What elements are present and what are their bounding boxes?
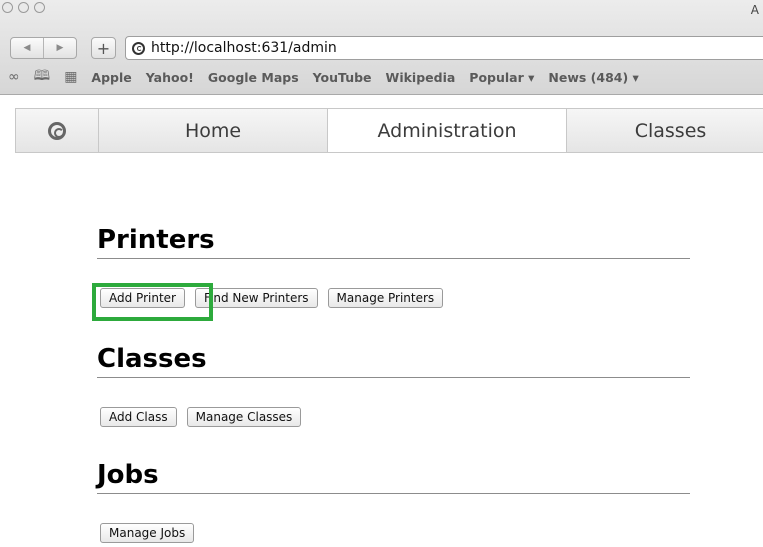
tab-administration[interactable]: Administration [328, 109, 567, 152]
manage-classes-button[interactable]: Manage Classes [186, 407, 302, 427]
new-tab-button[interactable]: + [91, 37, 116, 59]
printers-heading: Printers [97, 225, 690, 259]
reading-list-icon[interactable]: ∞ [8, 69, 20, 85]
bookmark-news[interactable]: News (484) ▾ [548, 70, 638, 85]
tab-classes[interactable]: Classes [567, 109, 763, 152]
tab-home[interactable]: Home [99, 109, 328, 152]
cups-logo[interactable] [16, 109, 99, 152]
bookmark-yahoo[interactable]: Yahoo! [146, 70, 194, 85]
bookmarks-book-icon[interactable]: 🕮 [34, 65, 51, 89]
browser-chrome: A ◀ ▶ + http://localhost:631/admin ∞ 🕮 ▦… [0, 0, 763, 95]
manage-jobs-button[interactable]: Manage Jobs [100, 523, 195, 543]
bookmark-youtube[interactable]: YouTube [313, 70, 372, 85]
bookmark-wikipedia[interactable]: Wikipedia [386, 70, 456, 85]
add-class-button[interactable]: Add Class [100, 407, 177, 427]
bookmark-popular[interactable]: Popular ▾ [469, 70, 534, 85]
highlight-box [92, 283, 213, 321]
bookmark-google-maps[interactable]: Google Maps [208, 70, 299, 85]
url-text: http://localhost:631/admin [151, 40, 337, 56]
find-new-printers-button[interactable]: Find New Printers [194, 288, 318, 308]
site-favicon-icon [132, 41, 145, 55]
zoom-window-button[interactable] [34, 2, 45, 13]
top-sites-grid-icon[interactable]: ▦ [64, 69, 77, 85]
minimize-window-button[interactable] [18, 2, 29, 13]
back-forward-buttons: ◀ ▶ [10, 37, 77, 59]
back-button[interactable]: ◀ [11, 38, 44, 58]
close-window-button[interactable] [2, 2, 13, 13]
jobs-heading: Jobs [97, 460, 690, 494]
address-bar[interactable]: http://localhost:631/admin [125, 36, 763, 60]
window-controls [2, 2, 45, 13]
bookmark-apple[interactable]: Apple [91, 70, 131, 85]
classes-section: Classes Add Class Manage Classes [97, 344, 690, 427]
bookmarks-bar: ∞ 🕮 ▦ Apple Yahoo! Google Maps YouTube W… [8, 68, 653, 86]
cups-tab-bar: Home Administration Classes [15, 108, 763, 153]
jobs-section: Jobs Manage Jobs [97, 460, 690, 543]
cups-logo-icon [48, 121, 66, 140]
window-title: A [750, 3, 759, 17]
classes-heading: Classes [97, 344, 690, 378]
forward-button[interactable]: ▶ [44, 38, 76, 58]
manage-printers-button[interactable]: Manage Printers [327, 288, 444, 308]
